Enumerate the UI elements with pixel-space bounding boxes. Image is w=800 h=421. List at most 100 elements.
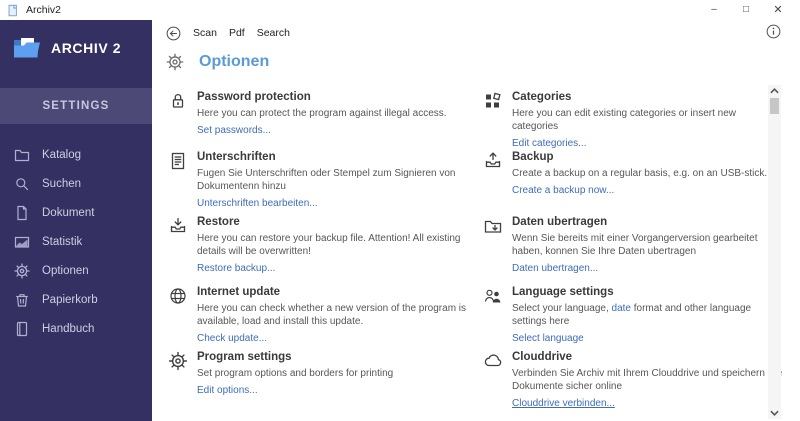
menubar: Scan Pdf Search bbox=[166, 20, 290, 46]
option-description: Set program options and borders for prin… bbox=[197, 368, 394, 379]
scrollbar-thumb[interactable] bbox=[770, 98, 779, 114]
option-title: Program settings bbox=[197, 351, 292, 363]
unterschriften-bearbeiten-link[interactable]: Unterschriften bearbeiten... bbox=[197, 198, 318, 209]
sidebar-item-label: Dokument bbox=[42, 206, 95, 219]
window-controls: – □ ✕ bbox=[698, 0, 794, 20]
page-header: Optionen bbox=[166, 53, 269, 71]
transfer-icon bbox=[483, 216, 503, 236]
option-title: Categories bbox=[512, 91, 572, 103]
sidebar-item-optionen[interactable]: Optionen bbox=[0, 256, 152, 285]
option-description: Wenn Sie bereits mit einer Vorgangervers… bbox=[512, 233, 758, 257]
gear-icon bbox=[168, 351, 188, 371]
page-title: Optionen bbox=[199, 53, 270, 70]
titlebar: Archiv2 – □ ✕ bbox=[0, 0, 800, 20]
sidebar-section-settings[interactable]: SETTINGS bbox=[0, 88, 152, 124]
app-icon bbox=[7, 4, 20, 17]
sidebar-item-label: Optionen bbox=[42, 264, 89, 277]
scrollbar-up-arrow-icon[interactable] bbox=[768, 85, 781, 97]
clouddrive-verbinden-link[interactable]: Clouddrive verbinden... bbox=[512, 398, 615, 409]
option-description: Here you can check whether a new version… bbox=[197, 303, 467, 327]
option-title: Backup bbox=[512, 151, 554, 163]
edit-categories-link[interactable]: Edit categories... bbox=[512, 138, 586, 149]
option-title: Unterschriften bbox=[197, 151, 276, 163]
option-daten-ubertragen: Daten ubertragen Wenn Sie bereits mit ei… bbox=[483, 215, 783, 276]
gear-icon bbox=[14, 262, 30, 279]
option-description: Create a backup on a regular basis, e.g.… bbox=[512, 168, 768, 179]
language-icon bbox=[483, 286, 503, 306]
option-clouddrive: Clouddrive Verbinden Sie Archiv mit Ihre… bbox=[483, 350, 783, 411]
back-arrow-icon[interactable] bbox=[166, 26, 181, 41]
search-icon bbox=[14, 176, 30, 192]
menu-item-search[interactable]: Search bbox=[257, 27, 290, 39]
app-name: ARCHIV 2 bbox=[51, 39, 122, 56]
window-title: Archiv2 bbox=[26, 4, 62, 16]
lock-icon bbox=[168, 91, 188, 111]
check-update-link[interactable]: Check update... bbox=[197, 333, 267, 344]
option-description: Select your language, date format and ot… bbox=[512, 303, 752, 327]
sidebar-item-label: Katalog bbox=[42, 148, 82, 161]
option-internet-update: Internet update Here you can check wheth… bbox=[168, 285, 483, 346]
option-language-settings: Language settings Select your language, … bbox=[483, 285, 783, 346]
categories-icon bbox=[483, 91, 503, 111]
option-unterschriften: Unterschriften Fugen Sie Unterschriften … bbox=[168, 150, 483, 211]
option-title: Daten ubertragen bbox=[512, 216, 608, 228]
sidebar-item-katalog[interactable]: Katalog bbox=[0, 140, 152, 169]
close-button[interactable]: ✕ bbox=[762, 0, 794, 20]
option-title: Restore bbox=[197, 216, 240, 228]
option-title: Language settings bbox=[512, 286, 614, 298]
option-description: Here you can edit existing categories or… bbox=[512, 108, 737, 132]
sidebar-item-label: Suchen bbox=[42, 177, 82, 190]
settings-label: SETTINGS bbox=[42, 100, 110, 112]
restore-icon bbox=[168, 216, 188, 236]
sidebar-item-label: Statistik bbox=[42, 235, 83, 248]
minimize-button[interactable]: – bbox=[698, 0, 730, 20]
option-description: Verbinden Sie Archiv mit Ihrem Clouddriv… bbox=[512, 368, 783, 392]
option-restore: Restore Here you can restore your backup… bbox=[168, 215, 483, 276]
menu-item-scan[interactable]: Scan bbox=[193, 27, 217, 39]
option-title: Password protection bbox=[197, 91, 311, 103]
sidebar-item-label: Papierkorb bbox=[42, 293, 98, 306]
option-backup: Backup Create a backup on a regular basi… bbox=[483, 150, 783, 198]
document-icon bbox=[14, 205, 30, 221]
scrollbar-down-arrow-icon[interactable] bbox=[768, 407, 781, 419]
cloud-icon bbox=[483, 351, 503, 371]
set-passwords-link[interactable]: Set passwords... bbox=[197, 125, 271, 136]
edit-options-link[interactable]: Edit options... bbox=[197, 385, 258, 396]
scrollbar[interactable] bbox=[768, 85, 781, 419]
option-description: Fugen Sie Unterschriften oder Stempel zu… bbox=[197, 168, 456, 192]
folder-icon bbox=[14, 147, 30, 163]
sidebar-item-papierkorb[interactable]: Papierkorb bbox=[0, 285, 152, 314]
folder-logo-icon bbox=[12, 35, 42, 60]
option-description: Here you can protect the program against… bbox=[197, 108, 447, 119]
restore-backup-link[interactable]: Restore backup... bbox=[197, 263, 275, 274]
globe-icon bbox=[168, 286, 188, 306]
trash-icon bbox=[14, 292, 30, 308]
options-grid: Password protection Here you can protect… bbox=[168, 90, 783, 421]
daten-ubertragen-link[interactable]: Daten ubertragen... bbox=[512, 263, 598, 274]
sidebar-item-suchen[interactable]: Suchen bbox=[0, 169, 152, 198]
gear-icon bbox=[166, 53, 184, 71]
option-description: Here you can restore your backup file. A… bbox=[197, 233, 461, 257]
option-categories: Categories Here you can edit existing ca… bbox=[483, 90, 783, 151]
sidebar-item-handbuch[interactable]: Handbuch bbox=[0, 314, 152, 343]
signature-icon bbox=[168, 151, 188, 171]
sidebar-item-dokument[interactable]: Dokument bbox=[0, 198, 152, 227]
menu-item-pdf[interactable]: Pdf bbox=[229, 27, 245, 39]
select-language-link[interactable]: Select language bbox=[512, 333, 584, 344]
maximize-button[interactable]: □ bbox=[730, 0, 762, 20]
app-window: Archiv2 – □ ✕ ARCHIV 2 SETTINGS Katalog … bbox=[0, 0, 800, 421]
sidebar-item-label: Handbuch bbox=[42, 322, 95, 335]
app-logo: ARCHIV 2 bbox=[0, 20, 152, 60]
info-icon[interactable] bbox=[766, 24, 781, 39]
create-backup-link[interactable]: Create a backup now... bbox=[512, 185, 614, 196]
book-icon bbox=[14, 321, 30, 337]
option-title: Internet update bbox=[197, 286, 281, 298]
chart-icon bbox=[14, 234, 30, 250]
sidebar: ARCHIV 2 SETTINGS Katalog Suchen Dokumen… bbox=[0, 20, 152, 421]
sidebar-item-statistik[interactable]: Statistik bbox=[0, 227, 152, 256]
option-program-settings: Program settings Set program options and… bbox=[168, 350, 483, 398]
main-content: Scan Pdf Search Optionen Password protec… bbox=[152, 20, 800, 421]
date-highlight: date bbox=[611, 303, 631, 314]
option-title: Clouddrive bbox=[512, 351, 573, 363]
sidebar-nav: Katalog Suchen Dokument Statistik Option… bbox=[0, 140, 152, 343]
